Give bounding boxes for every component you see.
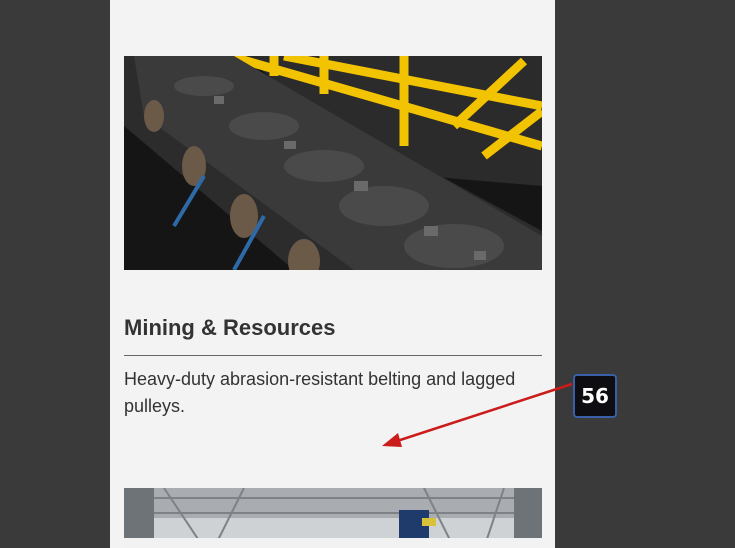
annotation-badge: 56 bbox=[573, 374, 617, 418]
annotation-arrow bbox=[382, 382, 573, 447]
